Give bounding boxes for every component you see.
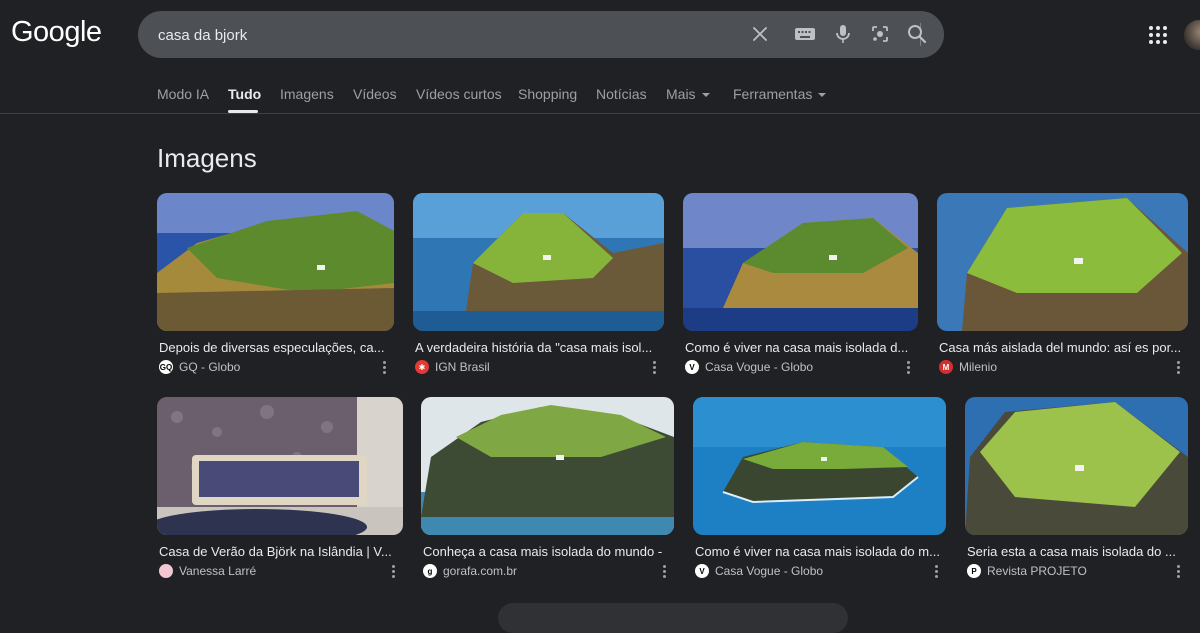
image-thumbnail[interactable] (693, 397, 946, 535)
vanessa-larre-favicon-icon (159, 564, 173, 578)
mic-icon[interactable] (831, 22, 855, 46)
clear-icon[interactable] (748, 22, 772, 46)
milenio-favicon-icon: M (939, 360, 953, 374)
avatar[interactable] (1184, 20, 1200, 50)
image-source[interactable]: g gorafa.com.br (423, 564, 517, 578)
tab-shopping[interactable]: Shopping (518, 86, 577, 102)
image-thumbnail[interactable] (157, 193, 394, 331)
image-source[interactable]: P Revista PROJETO (967, 564, 1087, 578)
casa-vogue-favicon-icon: V (685, 360, 699, 374)
search-icon[interactable] (905, 22, 929, 46)
chevron-down-icon (818, 93, 827, 98)
more-vert-icon[interactable] (929, 563, 943, 579)
image-source[interactable]: V Casa Vogue - Globo (695, 564, 823, 578)
image-caption[interactable]: Casa más aislada del mundo: así es por..… (939, 340, 1186, 355)
show-more-button[interactable] (498, 603, 848, 633)
image-caption[interactable]: A verdadeira história da "casa mais isol… (415, 340, 662, 355)
image-source[interactable]: Vanessa Larré (159, 564, 256, 578)
image-thumbnail[interactable] (965, 397, 1188, 535)
search-bar (138, 11, 944, 60)
gq-favicon-icon: GQ (159, 360, 173, 374)
apps-icon[interactable] (1146, 23, 1170, 47)
image-thumbnail[interactable] (413, 193, 664, 331)
image-source[interactable]: M Milenio (939, 360, 997, 374)
revista-projeto-favicon-icon: P (967, 564, 981, 578)
casa-vogue-favicon-icon: V (695, 564, 709, 578)
more-vert-icon[interactable] (1171, 563, 1185, 579)
search-input[interactable] (156, 11, 720, 60)
header-divider (0, 113, 1200, 114)
image-caption[interactable]: Como é viver na casa mais isolada d... (685, 340, 915, 355)
source-name: IGN Brasil (435, 360, 490, 374)
tab-tudo[interactable]: Tudo (228, 86, 261, 102)
source-name: GQ - Globo (179, 360, 241, 374)
image-source[interactable]: GQ GQ - Globo (159, 360, 240, 374)
image-thumbnail[interactable] (937, 193, 1188, 331)
image-thumbnail[interactable] (683, 193, 918, 331)
image-caption[interactable]: Seria esta a casa mais isolada do ... (967, 544, 1186, 559)
more-vert-icon[interactable] (901, 359, 915, 375)
tab-noticias[interactable]: Notícias (596, 86, 647, 102)
image-thumbnail[interactable] (421, 397, 674, 535)
more-vert-icon[interactable] (657, 563, 671, 579)
tab-videos[interactable]: Vídeos (353, 86, 397, 102)
image-caption[interactable]: Casa de Verão da Björk na Islândia | V..… (159, 544, 401, 559)
tab-mais-label: Mais (666, 86, 696, 102)
tab-modo-ia[interactable]: Modo IA (157, 86, 209, 102)
more-vert-icon[interactable] (647, 359, 661, 375)
more-vert-icon[interactable] (1171, 359, 1185, 375)
source-name: Casa Vogue - Globo (715, 564, 824, 578)
image-source[interactable]: ✱ IGN Brasil (415, 360, 490, 374)
tab-videos-curtos[interactable]: Vídeos curtos (416, 86, 502, 102)
tab-imagens[interactable]: Imagens (280, 86, 334, 102)
more-vert-icon[interactable] (386, 563, 400, 579)
ign-favicon-icon: ✱ (415, 360, 429, 374)
image-thumbnail[interactable] (157, 397, 403, 535)
lens-icon[interactable] (868, 22, 892, 46)
section-title: Imagens (157, 143, 257, 173)
chevron-down-icon (701, 93, 710, 98)
gorafa-favicon-icon: g (423, 564, 437, 578)
tab-ferramentas[interactable]: Ferramentas (733, 86, 827, 102)
google-logo[interactable]: Google (11, 16, 102, 49)
image-source[interactable]: V Casa Vogue - Globo (685, 360, 813, 374)
keyboard-icon[interactable] (793, 22, 817, 46)
source-name: gorafa.com.br (443, 564, 518, 578)
source-name: Revista PROJETO (987, 564, 1087, 578)
source-name: Milenio (959, 360, 998, 374)
more-vert-icon[interactable] (377, 359, 391, 375)
source-name: Vanessa Larré (179, 564, 257, 578)
image-caption[interactable]: Conheça a casa mais isolada do mundo - (423, 544, 672, 559)
tab-ferramentas-label: Ferramentas (733, 86, 813, 102)
image-caption[interactable]: Como é viver na casa mais isolada do m..… (695, 544, 944, 559)
tab-mais[interactable]: Mais (666, 86, 710, 102)
image-caption[interactable]: Depois de diversas especulações, ca... (159, 340, 392, 355)
source-name: Casa Vogue - Globo (705, 360, 814, 374)
